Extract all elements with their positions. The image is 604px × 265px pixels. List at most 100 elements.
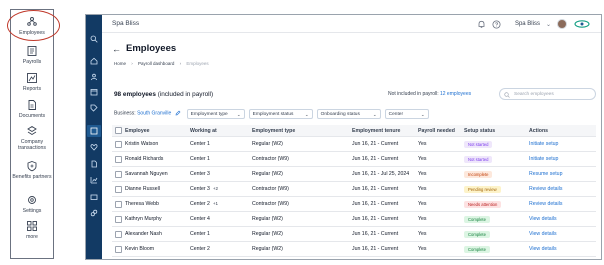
row-action-link[interactable]: Resume setup <box>529 171 589 177</box>
table-row[interactable]: Dianne Russell Center 3 +2 Contractor (W9) J… <box>112 182 596 197</box>
table-row[interactable]: Kathryn Murphy Center 4 Regular (W2) Jun 16… <box>112 212 596 227</box>
search-input[interactable]: Search employees <box>499 88 596 100</box>
employment-type: Regular (W2) <box>252 171 283 177</box>
chevron-down-icon: ⌄ <box>372 111 377 117</box>
row-checkbox[interactable] <box>115 155 122 163</box>
row-action-link[interactable]: Review details <box>529 201 589 207</box>
breadcrumb-separator: › <box>131 61 133 66</box>
center-dropdown[interactable]: Center ⌄ <box>384 108 429 119</box>
employee-name[interactable]: Theresa Webb <box>125 201 190 207</box>
setup-status-cell: Not started <box>464 155 529 163</box>
company-select[interactable]: Spa Bliss <box>515 21 540 27</box>
document-icon[interactable] <box>90 160 98 168</box>
row-checkbox[interactable] <box>115 140 122 148</box>
heart-icon[interactable] <box>90 143 98 151</box>
table-row[interactable]: Kristin Watson Center 1 Regular (W2) Jun 16… <box>112 137 596 152</box>
employee-name[interactable]: Kathryn Murphy <box>125 216 190 222</box>
employee-name[interactable]: Alexander Nash <box>125 231 190 237</box>
row-checkbox[interactable] <box>115 245 122 253</box>
home-icon[interactable] <box>90 57 98 65</box>
breadcrumb-home[interactable]: Home <box>114 61 126 66</box>
onboarding-status-dropdown[interactable]: Onboarding status ⌄ <box>316 108 381 119</box>
employment-status-dropdown[interactable]: Employment status ⌄ <box>248 108 313 119</box>
business-value[interactable]: South Granville <box>137 111 171 117</box>
row-select-cell <box>112 140 125 148</box>
tag-icon[interactable] <box>90 104 98 112</box>
row-checkbox[interactable] <box>115 200 122 208</box>
select-all-checkbox[interactable] <box>115 127 122 134</box>
employee-name[interactable]: Ronald Richards <box>125 156 190 162</box>
row-action-link[interactable]: Initiate setup <box>529 141 589 147</box>
employee-name[interactable]: Kristin Watson <box>125 141 190 147</box>
edit-pencil-icon[interactable] <box>175 110 181 116</box>
wallet-icon[interactable] <box>90 193 98 201</box>
row-checkbox[interactable] <box>115 215 122 223</box>
row-select-cell <box>112 245 125 253</box>
table-row[interactable]: Theresa Webb Center 2 +1 Contractor (W9) Jun… <box>112 197 596 212</box>
working-at: Center 3 <box>190 171 252 177</box>
nav-more[interactable]: more <box>11 220 53 240</box>
chart-icon[interactable] <box>90 176 98 184</box>
employee-name[interactable]: Kevin Bloom <box>125 246 190 252</box>
chevron-down-icon[interactable]: ⌄ <box>546 21 551 28</box>
table-body: Kristin Watson Center 1 Regular (W2) Jun 16… <box>112 137 596 257</box>
extra-centers-badge[interactable]: +2 <box>213 186 218 191</box>
business-filter[interactable]: Business: South Granville <box>114 110 181 117</box>
column-header[interactable]: Setup status <box>464 128 529 134</box>
column-header[interactable]: Employee <box>125 128 190 134</box>
row-action-link[interactable]: View details <box>529 231 589 237</box>
employment-tenure: Jun 16, 21 - Current <box>352 216 399 222</box>
employee-name[interactable]: Dianne Russell <box>125 186 190 192</box>
nav-label: Benefits partners <box>12 174 52 180</box>
row-checkbox[interactable] <box>115 230 122 238</box>
nav-label: more <box>26 234 38 240</box>
nav-reports[interactable]: Reports <box>11 72 53 92</box>
bell-icon[interactable] <box>477 20 486 29</box>
extra-centers-badge[interactable]: +1 <box>213 201 218 206</box>
row-checkbox[interactable] <box>115 185 122 193</box>
row-action-link[interactable]: Initiate setup <box>529 156 589 162</box>
row-action-link[interactable]: View details <box>529 216 589 222</box>
payroll-needed: Yes <box>418 201 427 207</box>
employment-tenure: Jun 16, 21 - Current <box>352 201 399 207</box>
row-action-link[interactable]: View details <box>529 246 589 252</box>
search-placeholder: Search employees <box>514 92 554 97</box>
nav-company-transactions[interactable]: Company transactions <box>11 125 53 151</box>
side-rail <box>86 15 102 259</box>
back-arrow-icon[interactable]: ← <box>112 44 121 54</box>
employment-type: Regular (W2) <box>252 141 283 147</box>
employment-type-dropdown[interactable]: Employment type ⌄ <box>186 108 245 119</box>
column-header[interactable]: Employment tenure <box>352 128 418 134</box>
employment-tenure: Jun 16, 21 - Current <box>352 186 399 192</box>
nav-benefits-partners[interactable]: Benefits partners <box>11 160 53 180</box>
table-row[interactable]: Ronald Richards Center 1 Contractor (W9) Ju… <box>112 152 596 167</box>
table-row[interactable]: Alexander Nash Center 1 Regular (W2) Jun 16… <box>112 227 596 242</box>
nav-settings[interactable]: Settings <box>11 194 53 214</box>
top-bar: Spa Bliss Spa Bliss ⌄ <box>102 15 601 33</box>
help-icon[interactable] <box>492 20 501 29</box>
employee-name[interactable]: Savannah Nguyen <box>125 171 190 177</box>
column-header[interactable]: Employment type <box>252 128 352 134</box>
column-header[interactable]: Payroll needed <box>418 128 464 134</box>
status-badge: Pending review <box>464 185 501 193</box>
table-row[interactable]: Kevin Bloom Center 2 Regular (W2) Jun 16, 2… <box>112 242 596 257</box>
nav-payrolls[interactable]: Payrolls <box>11 45 53 65</box>
search-icon[interactable] <box>90 35 98 43</box>
payroll-icon[interactable] <box>90 127 98 135</box>
table-row[interactable]: Savannah Nguyen Center 3 Regular (W2) Jun 1… <box>112 167 596 182</box>
link-icon[interactable] <box>90 209 98 217</box>
highlight-annotation <box>7 10 60 41</box>
breadcrumb-payroll-dashboard[interactable]: Payroll dashboard <box>138 61 174 66</box>
row-checkbox[interactable] <box>115 170 122 178</box>
nav-documents[interactable]: Documents <box>11 99 53 119</box>
calendar-icon[interactable] <box>90 88 98 96</box>
not-included-link[interactable]: 12 employees <box>440 91 471 97</box>
column-header[interactable]: Working at <box>190 128 252 134</box>
brand-name: Spa Bliss <box>112 20 140 27</box>
employees-table: Employee Working at Employment type Empl… <box>112 125 596 257</box>
avatar[interactable] <box>557 19 567 29</box>
payroll-needed: Yes <box>418 231 427 237</box>
employment-type: Regular (W2) <box>252 246 283 252</box>
row-action-link[interactable]: Review details <box>529 186 589 192</box>
people-icon[interactable] <box>90 73 98 81</box>
